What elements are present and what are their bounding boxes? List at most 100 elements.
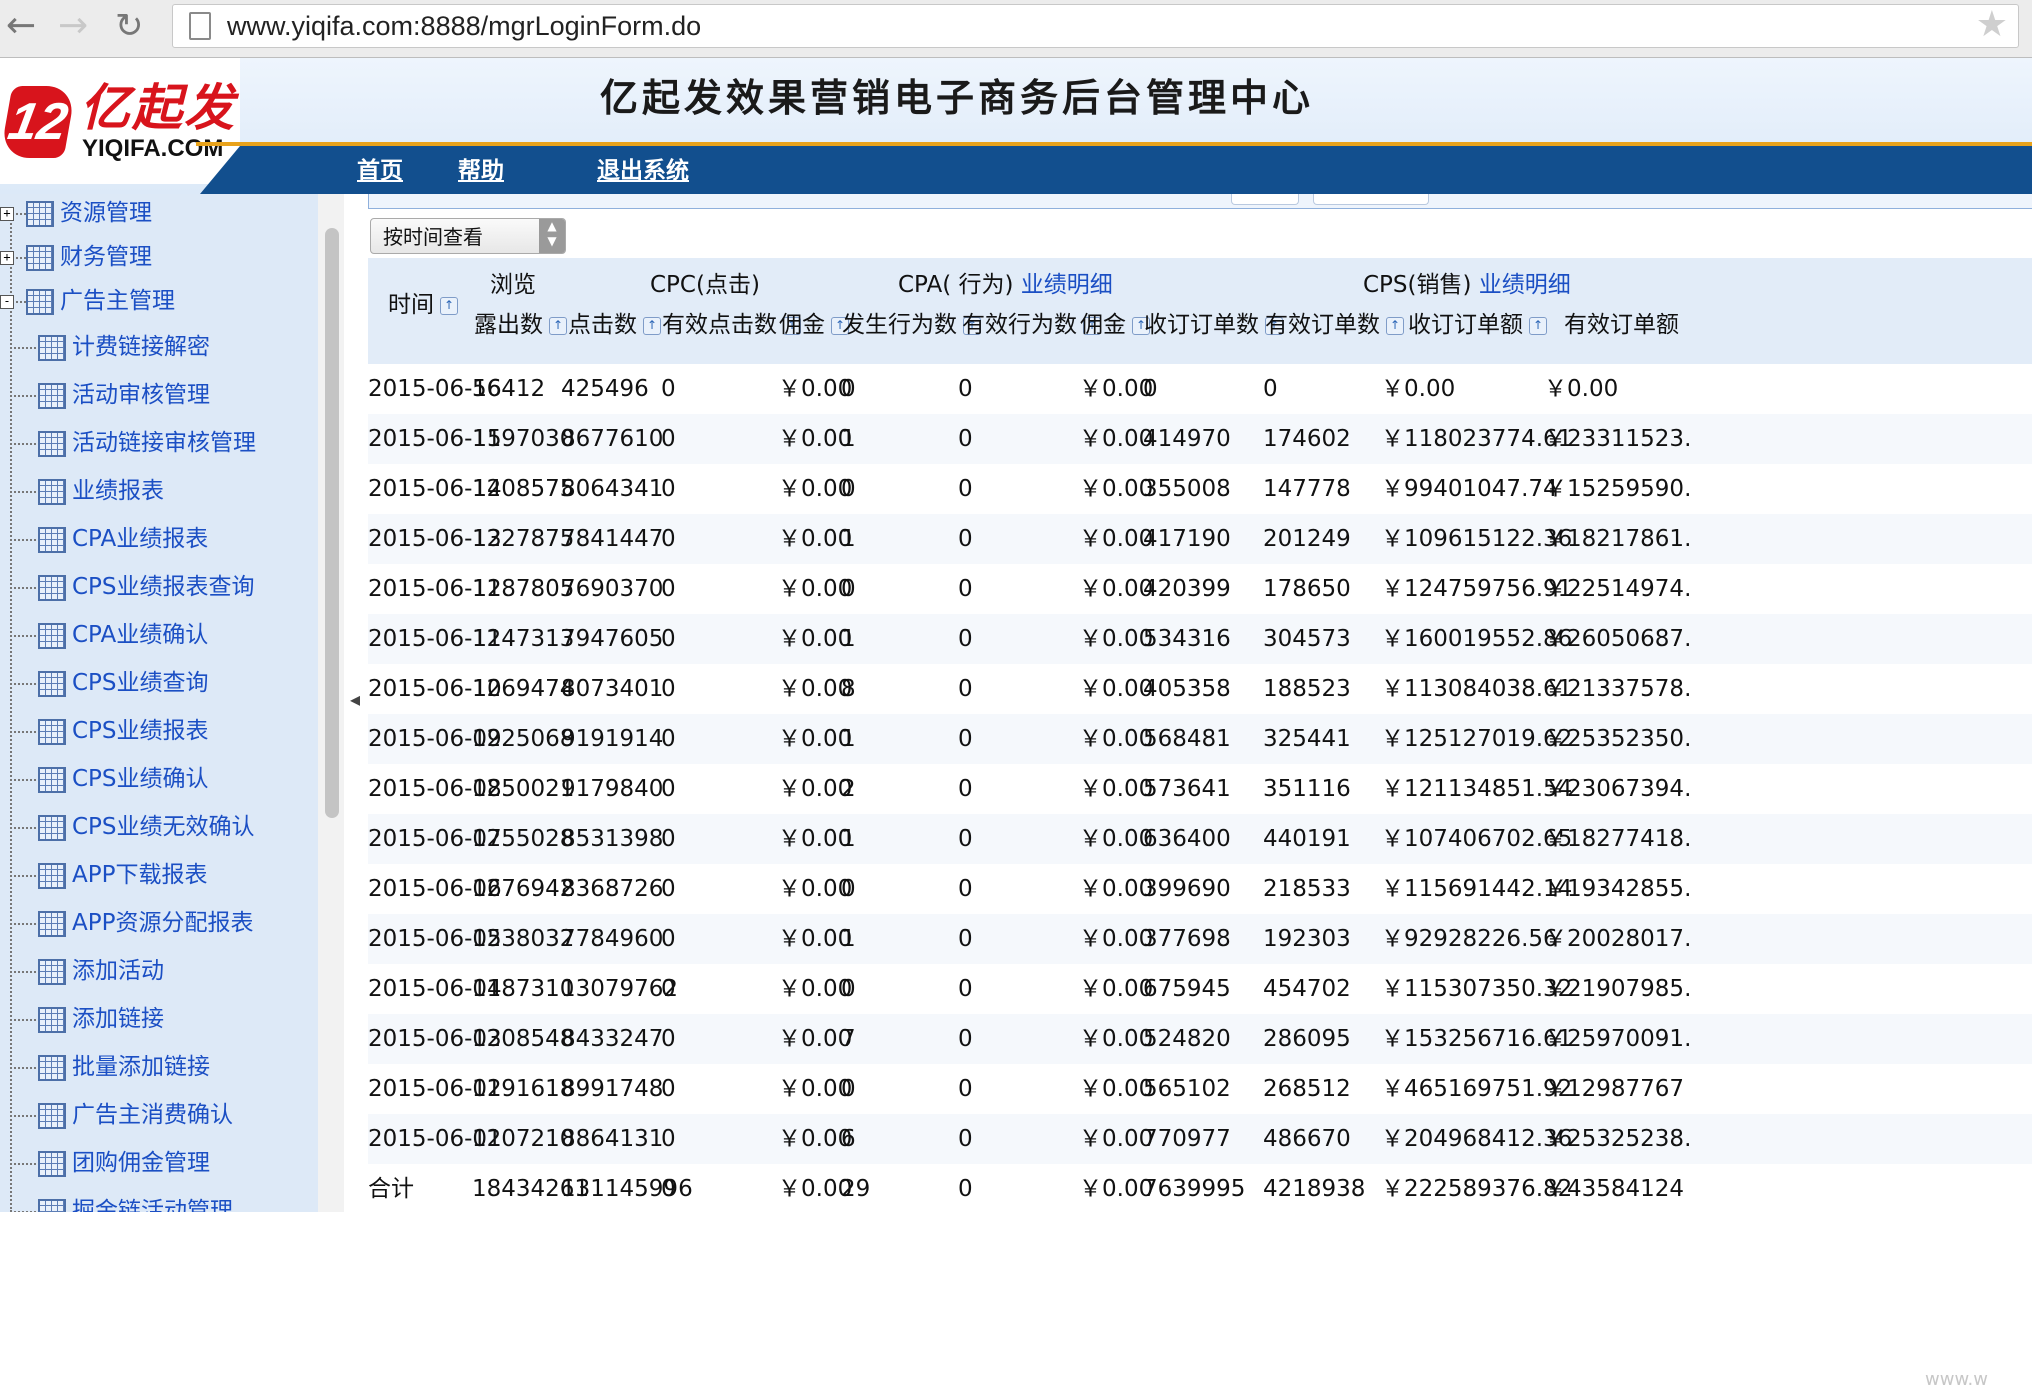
col-header-cpa-commission[interactable]: 佣金 ↑: [1080, 310, 1150, 340]
sidebar-item-label[interactable]: CPS业绩报表查询: [72, 574, 255, 600]
sidebar-item-label[interactable]: 广告主消费确认: [72, 1102, 233, 1128]
col-header-clicks[interactable]: 点击数 ↑: [568, 310, 661, 340]
table-cell: 770977: [1143, 1126, 1231, 1152]
col-header-orders[interactable]: 收订订单数 ↑: [1144, 310, 1283, 340]
collapse-icon[interactable]: -: [0, 294, 14, 309]
table-cell: 0: [841, 476, 856, 502]
sidebar-item[interactable]: 批量添加链接: [10, 1050, 210, 1084]
col-header-cpc-commission[interactable]: 佣金 ↑: [779, 310, 849, 340]
sidebar-item[interactable]: 添加活动: [10, 954, 164, 988]
sidebar-item[interactable]: APP下载报表: [10, 858, 207, 892]
col-header-order-amount[interactable]: 收订订单额 ↑: [1408, 310, 1547, 340]
sidebar-item-label[interactable]: 批量添加链接: [72, 1054, 210, 1080]
nav-help-link[interactable]: 帮助: [458, 156, 504, 186]
expand-icon[interactable]: +: [0, 250, 14, 265]
table-cell: 0: [958, 1176, 973, 1202]
sidebar-item-label[interactable]: CPS业绩无效确认: [72, 814, 255, 840]
table-row: 2015-06-15 1197030 8677610 0 ￥0.00 1 0 ￥0.00 414…: [368, 414, 2032, 464]
reload-icon[interactable]: ↻: [115, 6, 144, 46]
sidebar-item[interactable]: 团购佣金管理: [10, 1146, 210, 1180]
table-cell: 1238032: [472, 926, 575, 952]
filter-tab[interactable]: [1231, 194, 1299, 205]
sidebar-group-resource[interactable]: + 资源管理: [0, 196, 152, 230]
sidebar-item-label[interactable]: 计费链接解密: [72, 334, 210, 360]
sort-icon[interactable]: ↑: [440, 296, 458, 315]
sidebar-item-label[interactable]: 业绩报表: [72, 478, 164, 504]
sidebar-item[interactable]: CPS业绩无效确认: [10, 810, 255, 844]
sidebar-item[interactable]: 掘金链活动管理: [10, 1194, 233, 1212]
sidebar-item-label[interactable]: CPS业绩查询: [72, 670, 209, 696]
col-header-time[interactable]: 时间 ↑: [388, 290, 458, 320]
sidebar-item-label[interactable]: 添加活动: [72, 958, 164, 984]
arrow-left-icon[interactable]: ←: [6, 6, 36, 46]
nav-home-link[interactable]: 首页: [357, 156, 403, 186]
sidebar-group-label[interactable]: 资源管理: [60, 200, 152, 226]
sidebar-item[interactable]: CPA业绩报表: [10, 522, 208, 556]
sidebar-group-advertiser[interactable]: - 广告主管理: [0, 284, 175, 318]
table-cell: 174602: [1263, 426, 1351, 452]
table-cell: 7947605: [561, 626, 664, 652]
table-cell: 7: [841, 1026, 856, 1052]
cpa-detail-link[interactable]: 业绩明细: [1021, 272, 1113, 298]
table-row: 2015-06-14 1208575 8064341 0 ￥0.00 0 0 ￥0.00 355…: [368, 464, 2032, 514]
col-header-valid-orders[interactable]: 有效订单数 ↑: [1265, 310, 1404, 340]
col-header-valid-amount[interactable]: 有效订单额: [1564, 310, 1679, 340]
sidebar-item[interactable]: APP资源分配报表: [10, 906, 253, 940]
sidebar-item[interactable]: 计费链接解密: [10, 330, 210, 364]
sidebar-group-finance[interactable]: + 财务管理: [0, 240, 152, 274]
table-cell: 8677610: [561, 426, 664, 452]
nav-logout-link[interactable]: 退出系统: [597, 156, 689, 186]
sidebar-scrollbar-thumb[interactable]: [325, 228, 339, 818]
view-mode-select[interactable]: 按时间查看 ▲ ▼: [370, 218, 566, 254]
sidebar-item[interactable]: CPS业绩确认: [10, 762, 209, 796]
table-cell: 565102: [1143, 1076, 1231, 1102]
sort-icon[interactable]: ↑: [1386, 316, 1404, 335]
table-cell: ￥18277418.: [1544, 826, 1692, 852]
sort-icon[interactable]: ↑: [549, 316, 567, 335]
sidebar-item-label[interactable]: CPA业绩报表: [72, 526, 208, 552]
sidebar-item-label[interactable]: APP资源分配报表: [72, 910, 253, 936]
sidebar-item-label[interactable]: CPS业绩报表: [72, 718, 209, 744]
address-bar[interactable]: www.yiqifa.com:8888/mgrLoginForm.do ★: [172, 4, 2019, 48]
sidebar-item[interactable]: CPS业绩报表: [10, 714, 209, 748]
arrow-right-icon[interactable]: →: [58, 6, 88, 46]
sidebar-item-label[interactable]: CPA业绩确认: [72, 622, 208, 648]
sort-icon[interactable]: ↑: [1529, 316, 1547, 335]
sidebar-item-label[interactable]: APP下载报表: [72, 862, 207, 888]
sidebar-item-label[interactable]: 团购佣金管理: [72, 1150, 210, 1176]
sort-icon[interactable]: ↑: [643, 316, 661, 335]
expand-icon[interactable]: +: [0, 206, 14, 221]
sidebar-item[interactable]: 添加链接: [10, 1002, 164, 1036]
sidebar-item-label[interactable]: 活动审核管理: [72, 382, 210, 408]
col-header-actions[interactable]: 发生行为数 ↑: [842, 310, 981, 340]
sidebar-item[interactable]: 活动审核管理: [10, 378, 210, 412]
table-cell: 0: [958, 726, 973, 752]
table-cell: ￥26050687.: [1544, 626, 1692, 652]
sidebar-item[interactable]: CPS业绩查询: [10, 666, 209, 700]
sidebar-item[interactable]: CPS业绩报表查询: [10, 570, 255, 604]
table-cell: 1: [841, 426, 856, 452]
sidebar-item[interactable]: CPA业绩确认: [10, 618, 208, 652]
sidebar-item-label[interactable]: 活动链接审核管理: [72, 430, 256, 456]
sidebar-item[interactable]: 活动链接审核管理: [10, 426, 256, 460]
col-header-impressions[interactable]: 露出数 ↑: [474, 310, 567, 340]
table-cell: 8531398: [561, 826, 664, 852]
table-cell: 414970: [1143, 426, 1231, 452]
table-cell: 636400: [1143, 826, 1231, 852]
cps-detail-link[interactable]: 业绩明细: [1479, 272, 1571, 298]
table-cell: 286095: [1263, 1026, 1351, 1052]
url-text[interactable]: www.yiqifa.com:8888/mgrLoginForm.do: [227, 9, 701, 43]
star-icon[interactable]: ★: [1976, 5, 2008, 45]
sidebar-item-label[interactable]: 添加链接: [72, 1006, 164, 1032]
table-cell: 0: [661, 1126, 676, 1152]
sidebar-group-label[interactable]: 广告主管理: [60, 288, 175, 314]
filter-tab[interactable]: [1313, 194, 1429, 205]
table-cell: 1207210: [472, 1126, 575, 1152]
grid-icon: [38, 430, 66, 457]
table-cell: 0: [661, 1176, 676, 1202]
sidebar-item[interactable]: 业绩报表: [10, 474, 164, 508]
sidebar-item[interactable]: 广告主消费确认: [10, 1098, 233, 1132]
sidebar-item-label[interactable]: CPS业绩确认: [72, 766, 209, 792]
sidebar-group-label[interactable]: 财务管理: [60, 244, 152, 270]
sidebar-item-label[interactable]: 掘金链活动管理: [72, 1198, 233, 1212]
